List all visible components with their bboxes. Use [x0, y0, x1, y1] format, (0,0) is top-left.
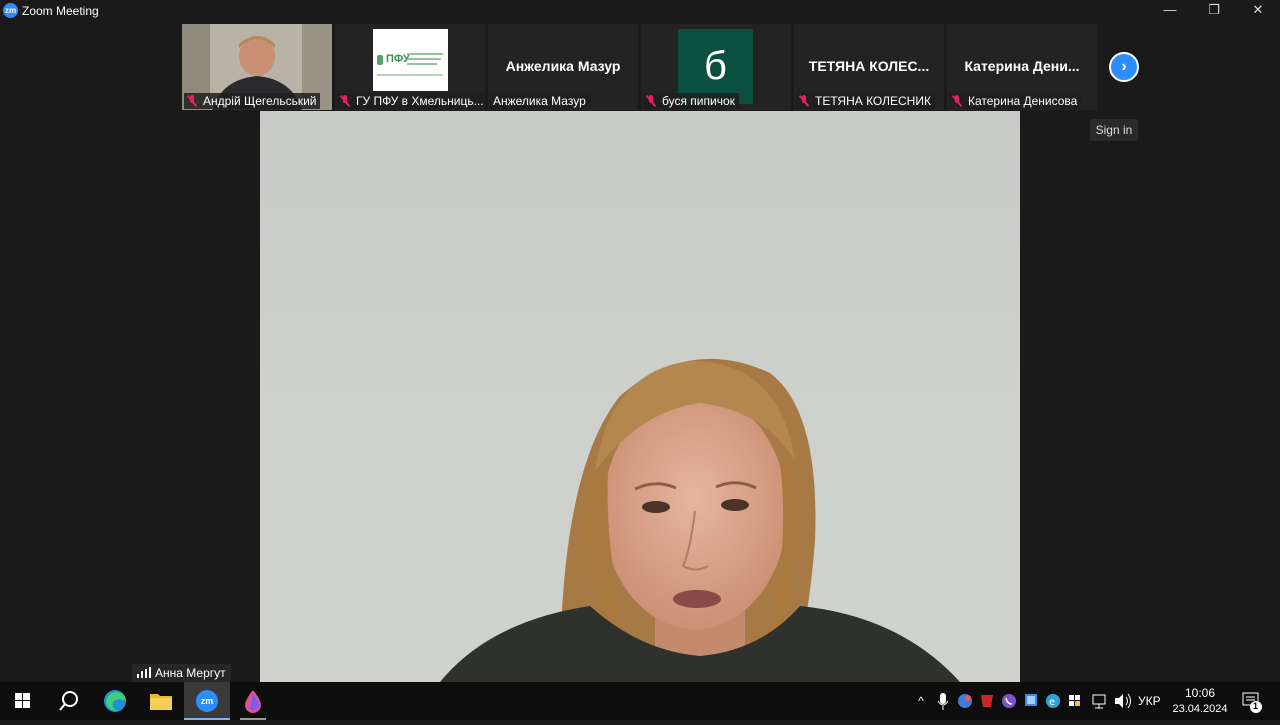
- restore-button[interactable]: ❐: [1192, 0, 1236, 22]
- app-taskbar-button[interactable]: [230, 682, 276, 720]
- participant-name-text: буся пипичок: [662, 94, 735, 108]
- edge-button[interactable]: [92, 682, 138, 720]
- participant-name: ТЕТЯНА КОЛЕСНИК: [796, 93, 935, 109]
- drop-app-icon: [245, 690, 261, 713]
- mic-muted-icon: [952, 95, 962, 107]
- participant-name-text: ТЕТЯНА КОЛЕСНИК: [815, 94, 931, 108]
- participant-name-text: ГУ ПФУ в Хмельниць...: [356, 94, 484, 108]
- zoom-icon: zm: [196, 690, 218, 712]
- network-tray-icon[interactable]: [1090, 682, 1108, 720]
- svg-text:e: e: [1049, 697, 1055, 708]
- browser-tray-icon[interactable]: e: [1044, 682, 1062, 720]
- show-hidden-icons-button[interactable]: ^: [912, 682, 930, 720]
- zoom-logo-icon: zm: [3, 3, 18, 18]
- mic-muted-icon: [799, 95, 809, 107]
- next-page-button[interactable]: ›: [1109, 52, 1139, 82]
- windows-icon: [15, 693, 30, 708]
- participant-name-text: Андрій Щегельський: [203, 94, 317, 108]
- participant-display-name: Анжелика Мазур: [505, 58, 621, 74]
- participant-name-text: Анжелика Мазур: [493, 94, 586, 108]
- active-speaker-label: Анна Мергут: [132, 664, 231, 682]
- security-tray-icon[interactable]: [1066, 682, 1084, 720]
- participant-name: Анжелика Мазур: [490, 93, 590, 109]
- clock-time: 10:06: [1184, 686, 1216, 700]
- participant-tile[interactable]: Андрій Щегельський: [182, 24, 332, 110]
- notifications-button[interactable]: 1: [1236, 682, 1272, 720]
- antivirus-tray-icon[interactable]: [978, 682, 996, 720]
- clock[interactable]: 10:06 23.04.2024: [1170, 682, 1230, 720]
- participant-tile[interactable]: Анжелика Мазур Анжелика Мазур: [488, 24, 638, 110]
- window-title-bar: zm Zoom Meeting — ❐ ✕: [0, 0, 1280, 22]
- close-button[interactable]: ✕: [1236, 0, 1280, 22]
- participant-name: ГУ ПФУ в Хмельниць...: [337, 93, 484, 109]
- active-speaker-video: [260, 111, 1020, 682]
- participant-name-text: Катерина Денисова: [968, 94, 1078, 108]
- mic-muted-icon: [187, 95, 197, 107]
- file-explorer-button[interactable]: [138, 682, 184, 720]
- viber-tray-icon[interactable]: [1000, 682, 1018, 720]
- minimize-button[interactable]: —: [1148, 0, 1192, 22]
- chevron-right-icon: ›: [1121, 58, 1127, 75]
- taskbar: zm ^ e УКР 10:06 23.04.2024 1: [0, 682, 1280, 720]
- speaker-image: [440, 358, 960, 682]
- volume-tray-icon[interactable]: [1112, 682, 1134, 720]
- zoom-taskbar-button[interactable]: zm: [184, 682, 230, 720]
- participant-display-name: Катерина Дени...: [964, 58, 1080, 74]
- notification-count: 1: [1253, 701, 1259, 711]
- search-icon: [59, 691, 78, 711]
- clock-date: 23.04.2024: [1172, 703, 1228, 715]
- mic-muted-icon: [340, 95, 350, 107]
- participant-tile[interactable]: ПФУ ГУ ПФУ в Хмельниць...: [335, 24, 485, 110]
- signal-strength-icon: [137, 667, 151, 678]
- participant-name: Андрій Щегельський: [184, 93, 321, 109]
- participant-tile[interactable]: ТЕТЯНА КОЛЕС... ТЕТЯНА КОЛЕСНИК: [794, 24, 944, 110]
- search-button[interactable]: [46, 682, 92, 720]
- microphone-tray-icon[interactable]: [934, 682, 952, 720]
- active-speaker-name: Анна Мергут: [155, 666, 226, 680]
- participant-name: буся пипичок: [643, 93, 739, 109]
- edge-icon: [104, 690, 126, 712]
- participant-tile[interactable]: Катерина Дени... Катерина Денисова: [947, 24, 1097, 110]
- display-tray-icon[interactable]: [1022, 682, 1040, 720]
- participant-display-name: ТЕТЯНА КОЛЕС...: [808, 58, 930, 74]
- participant-tile[interactable]: б буся пипичок: [641, 24, 791, 110]
- chevron-up-icon: ^: [918, 694, 924, 708]
- window-title: Zoom Meeting: [22, 4, 99, 18]
- trident-icon: [377, 55, 383, 65]
- mic-muted-icon: [646, 95, 656, 107]
- folder-icon: [150, 694, 172, 710]
- sign-in-button[interactable]: Sign in: [1090, 119, 1138, 141]
- tray-app-icon[interactable]: [956, 682, 974, 720]
- pfu-logo: ПФУ: [373, 29, 448, 91]
- input-language[interactable]: УКР: [1138, 682, 1164, 720]
- participant-name: Катерина Денисова: [949, 93, 1082, 109]
- start-button[interactable]: [0, 682, 46, 720]
